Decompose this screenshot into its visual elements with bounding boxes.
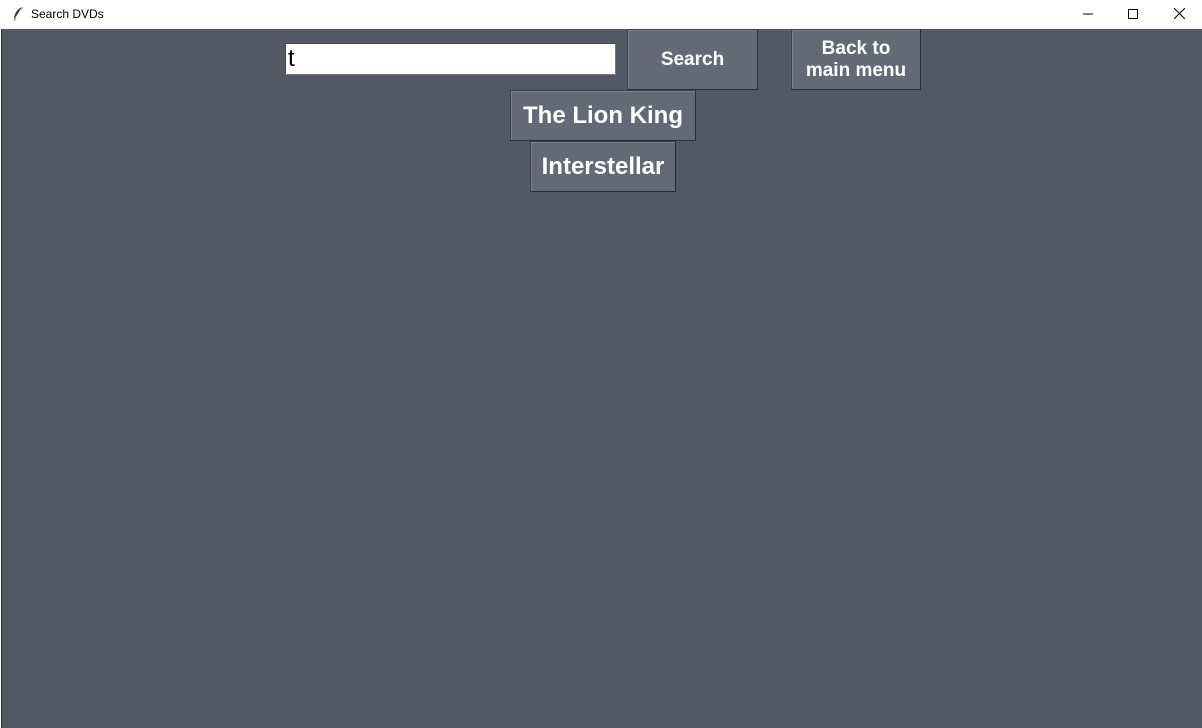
window-title: Search DVDs bbox=[31, 7, 104, 21]
result-button-interstellar[interactable]: Interstellar bbox=[530, 141, 676, 192]
maximize-icon bbox=[1128, 6, 1138, 24]
result-button-the-lion-king[interactable]: The Lion King bbox=[510, 90, 696, 141]
title-bar[interactable]: Search DVDs bbox=[0, 0, 1202, 29]
back-to-main-menu-button[interactable]: Back to main menu bbox=[791, 29, 921, 90]
maximize-button[interactable] bbox=[1110, 0, 1156, 29]
search-input[interactable] bbox=[285, 43, 616, 75]
main-content: Search Back to main menu The Lion King I… bbox=[1, 29, 1202, 728]
search-button[interactable]: Search bbox=[627, 29, 758, 90]
close-button[interactable] bbox=[1156, 0, 1202, 29]
feather-icon bbox=[11, 6, 25, 22]
close-icon bbox=[1173, 6, 1185, 24]
app-window: Search DVDs Search Back to main menu The… bbox=[0, 0, 1202, 728]
minimize-icon bbox=[1083, 6, 1093, 24]
minimize-button[interactable] bbox=[1065, 0, 1111, 29]
